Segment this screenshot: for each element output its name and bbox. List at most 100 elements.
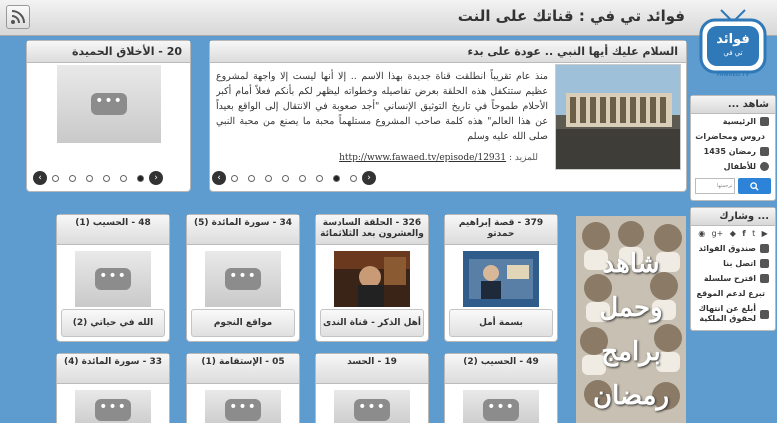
more-icon: ••• <box>225 399 261 421</box>
android-icon[interactable]: ◆ <box>730 229 736 238</box>
search-input[interactable]: ترجمتها <box>695 178 736 194</box>
carousel-dot[interactable] <box>52 174 59 182</box>
carousel-prev-button[interactable]: ‹ <box>212 171 226 185</box>
video-card[interactable]: 379 - قصة إبراهيم حمدتو بسمة أمل <box>444 214 558 342</box>
video-card[interactable]: 49 - الحسيب (2) ••• <box>444 353 558 423</box>
sidebar-item-contact[interactable]: اتصل بنا <box>691 256 775 271</box>
sidebar-item-ramadan[interactable]: رمضان 1435 <box>691 144 775 159</box>
carousel-dot[interactable] <box>316 174 323 182</box>
side-carousel-nav: ‹ › <box>33 171 163 185</box>
watch-box: شاهد ... الرئيسية دروس ومحاضرات رمضان 14… <box>690 95 776 201</box>
carousel-next-button[interactable]: › <box>362 171 376 185</box>
carousel-dot[interactable] <box>282 174 289 182</box>
video-card-title: 05 - الإستقامة (1) <box>187 354 299 384</box>
sidebar-item-donate[interactable]: تبرع لدعم الموقع <box>691 286 775 301</box>
video-card-title: 379 - قصة إبراهيم حمدتو <box>445 215 557 245</box>
video-card-series[interactable]: مواقع النجوم <box>191 309 295 337</box>
participate-box: ... وشارك ◉ g+ ◆ f t ▶ صندوق الفوائد اتص… <box>690 207 776 331</box>
warning-icon <box>760 309 769 319</box>
side-featured-title[interactable]: 20 - الأخلاق الحميدة <box>27 41 190 63</box>
video-thumb <box>334 251 410 307</box>
twitter-icon[interactable]: t <box>752 229 755 238</box>
video-card[interactable]: 05 - الإستقامة (1) ••• <box>186 353 300 423</box>
more-icon: ••• <box>91 93 127 115</box>
carousel-dot[interactable] <box>350 174 357 182</box>
film-icon <box>760 147 769 156</box>
carousel-dot-active[interactable] <box>333 174 340 182</box>
more-label: للمزيد : <box>508 153 538 163</box>
sidebar: شاهد ... الرئيسية دروس ومحاضرات رمضان 14… <box>690 95 776 331</box>
carousel-dot[interactable] <box>231 174 238 182</box>
ramadan-banner[interactable]: شاهد وحمل برامج رمضان <box>576 216 686 423</box>
more-icon: ••• <box>95 399 131 421</box>
participate-heading: ... وشارك <box>691 208 775 226</box>
video-card-series[interactable]: أهل الذكر - قناة الندى <box>320 309 424 337</box>
side-carousel-prev-button[interactable]: ‹ <box>33 171 47 185</box>
facebook-icon[interactable]: f <box>742 229 745 238</box>
logo-subtext: تي في <box>723 49 743 57</box>
search-button[interactable] <box>738 178 771 194</box>
watch-heading: شاهد ... <box>691 96 775 114</box>
rss-icon[interactable]: ◉ <box>698 229 705 238</box>
video-card[interactable]: 33 - سورة المائدة (4) ••• <box>56 353 170 423</box>
carousel-dot[interactable] <box>265 174 272 182</box>
video-thumb: ••• <box>334 390 410 423</box>
video-card[interactable]: 34 - سورة المائدة (5) ••• مواقع النجوم <box>186 214 300 342</box>
video-thumb: ••• <box>205 251 281 307</box>
video-card-title: 34 - سورة المائدة (5) <box>187 215 299 245</box>
sidebar-item-suggest[interactable]: اقترح سلسلة <box>691 271 775 286</box>
side-featured-thumb[interactable]: ••• <box>57 65 161 143</box>
carousel-dot[interactable] <box>299 174 306 182</box>
featured-link[interactable]: http://www.fawaed.tv/episode/12931 <box>339 153 506 163</box>
video-card-series[interactable]: بسمة أمل <box>449 309 553 337</box>
side-featured-panel: 20 - الأخلاق الحميدة ••• ‹ › <box>26 40 191 192</box>
carousel-dot[interactable] <box>69 174 76 182</box>
carousel-dot-active[interactable] <box>137 174 144 182</box>
video-card[interactable]: 19 - الحسد ••• <box>315 353 429 423</box>
video-thumb <box>463 251 539 307</box>
video-thumb: ••• <box>205 390 281 423</box>
more-icon: ••• <box>225 268 261 290</box>
sidebar-item-fawaed-box[interactable]: صندوق الفوائد <box>691 241 775 256</box>
featured-panel: السلام عليك أيها النبي .. عودة على بدء م… <box>209 40 687 192</box>
carousel-dot[interactable] <box>103 174 110 182</box>
video-card-title: 33 - سورة المائدة (4) <box>57 354 169 384</box>
google-plus-icon[interactable]: g+ <box>712 229 724 238</box>
site-logo[interactable]: فوائد تي في FAWAED.TV <box>697 6 769 80</box>
search-icon <box>750 181 759 191</box>
ramadan-banner-text: شاهد وحمل برامج رمضان <box>592 249 670 411</box>
carousel-dot[interactable] <box>248 174 255 182</box>
sidebar-item-home[interactable]: الرئيسية <box>691 114 775 129</box>
logo-url: FAWAED.TV <box>716 72 750 78</box>
video-thumb: ••• <box>75 251 151 307</box>
carousel-dot[interactable] <box>120 174 127 182</box>
video-card-title: 49 - الحسيب (2) <box>445 354 557 384</box>
sidebar-item-lectures[interactable]: دروس ومحاضرات <box>691 129 775 144</box>
video-thumb: ••• <box>75 390 151 423</box>
featured-image[interactable] <box>555 64 681 170</box>
video-card-title: 326 - الحلقة السادسة والعشرون بعد الثلاث… <box>316 215 428 245</box>
video-card-title: 19 - الحسد <box>316 354 428 384</box>
video-card-series[interactable]: الله في حياتي (2) <box>61 309 165 337</box>
video-thumb: ••• <box>463 390 539 423</box>
featured-body: منذ عام تقريباً انطلقت قناة جديدة بهذا ا… <box>216 71 548 142</box>
side-carousel-next-button[interactable]: › <box>149 171 163 185</box>
carousel-dot[interactable] <box>86 174 93 182</box>
more-icon: ••• <box>354 399 390 421</box>
rss-button[interactable] <box>6 5 30 29</box>
sidebar-item-kids[interactable]: للأطفال <box>691 159 775 174</box>
featured-more: للمزيد : http://www.fawaed.tv/episode/12… <box>339 153 538 163</box>
more-icon: ••• <box>483 399 519 421</box>
gift-icon <box>760 244 769 253</box>
sidebar-item-report[interactable]: أبلغ عن انتهاك لحقوق الملكية <box>691 301 775 330</box>
smile-icon <box>760 162 769 171</box>
video-card[interactable]: 326 - الحلقة السادسة والعشرون بعد الثلاث… <box>315 214 429 342</box>
featured-title[interactable]: السلام عليك أيها النبي .. عودة على بدء <box>210 41 686 63</box>
site-title: فوائد تي في : قناتك على النت <box>457 7 685 25</box>
video-card[interactable]: 48 - الحسيب (1) ••• الله في حياتي (2) <box>56 214 170 342</box>
mail-icon <box>760 259 769 268</box>
rss-icon <box>11 10 25 24</box>
youtube-icon[interactable]: ▶ <box>762 229 768 238</box>
more-icon: ••• <box>95 268 131 290</box>
search-row: ترجمتها <box>691 174 775 200</box>
